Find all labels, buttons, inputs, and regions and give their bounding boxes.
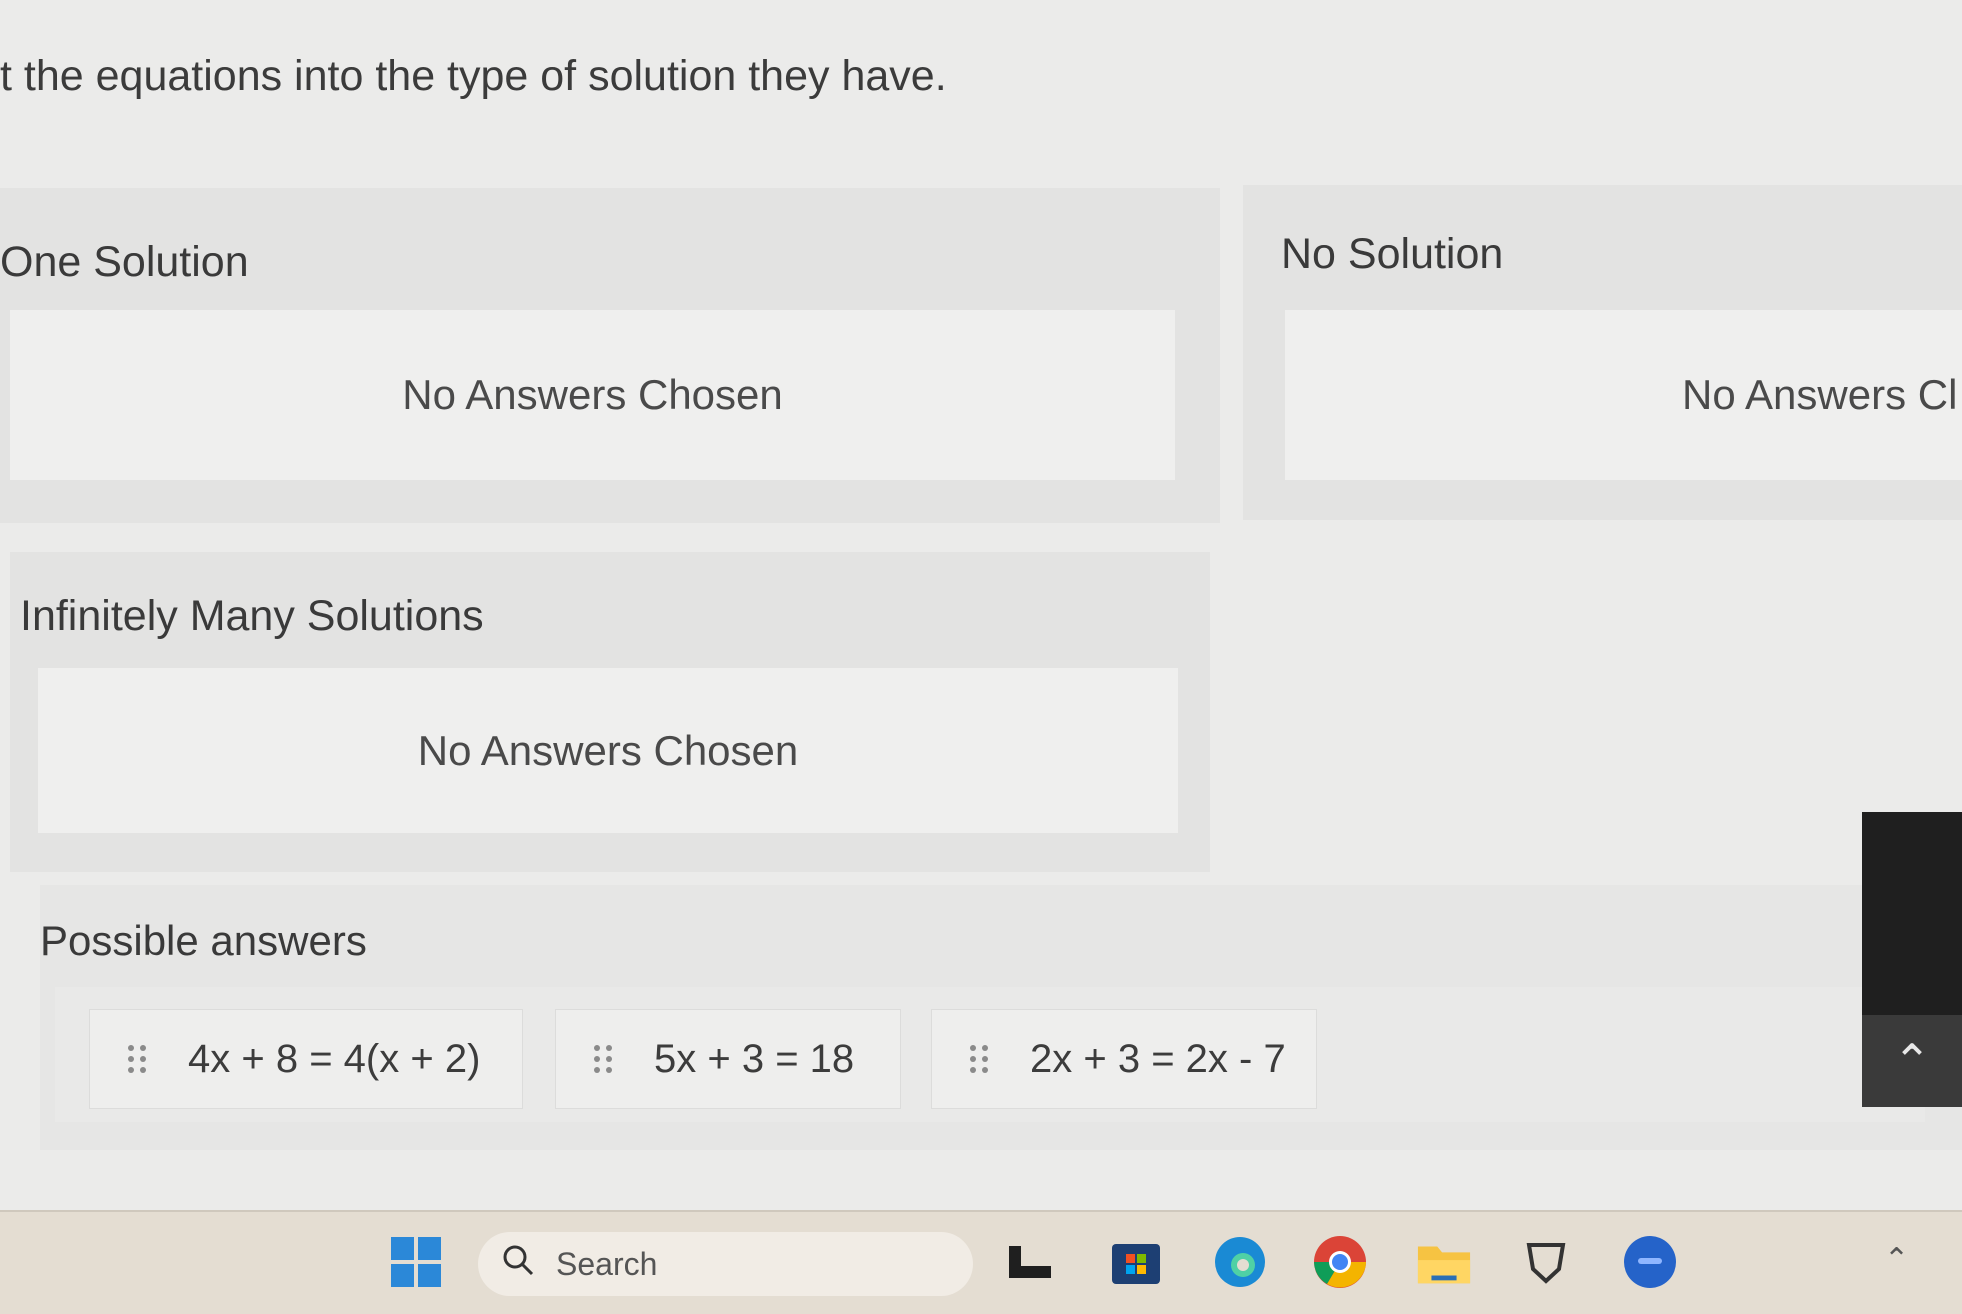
empty-placeholder: No Answers Chosen: [402, 371, 783, 418]
scroll-up-button[interactable]: ⌃: [1862, 1015, 1962, 1107]
app-icon[interactable]: [1622, 1234, 1678, 1290]
taskbar: Search ⌃: [0, 1210, 1962, 1314]
instruction-text: t the equations into the type of solutio…: [0, 52, 947, 100]
drag-handle-icon[interactable]: [594, 1045, 614, 1073]
vpn-shield-icon[interactable]: [1518, 1234, 1574, 1290]
dropzone-no-solution[interactable]: No Answers Cl: [1285, 310, 1962, 480]
possible-answers-panel: Possible answers 4x + 8 = 4(x + 2) 5x + …: [40, 885, 1962, 1150]
answer-chip[interactable]: 2x + 3 = 2x - 7: [931, 1009, 1317, 1109]
search-icon: [500, 1242, 536, 1286]
terminal-icon[interactable]: [1002, 1234, 1058, 1290]
search-placeholder: Search: [556, 1245, 658, 1282]
file-explorer-icon[interactable]: [1416, 1234, 1472, 1290]
answers-list: 4x + 8 = 4(x + 2) 5x + 3 = 18 2x + 3 = 2…: [55, 987, 1925, 1122]
chrome-icon[interactable]: [1312, 1234, 1368, 1290]
category-one-solution: One Solution No Answers Chosen: [0, 188, 1220, 523]
edge-icon[interactable]: [1212, 1234, 1268, 1290]
category-title: One Solution: [0, 238, 249, 286]
chevron-up-icon: ⌃: [1892, 1035, 1932, 1087]
empty-placeholder: No Answers Cl: [1682, 371, 1958, 418]
possible-answers-title: Possible answers: [40, 917, 367, 964]
answer-chip[interactable]: 5x + 3 = 18: [555, 1009, 901, 1109]
store-icon[interactable]: [1108, 1234, 1164, 1290]
category-title: No Solution: [1281, 230, 1504, 278]
drag-handle-icon[interactable]: [128, 1045, 148, 1073]
taskbar-search[interactable]: Search: [478, 1232, 973, 1296]
drag-handle-icon[interactable]: [970, 1045, 990, 1073]
tray-chevron-icon[interactable]: ⌃: [1884, 1242, 1909, 1277]
answer-text: 5x + 3 = 18: [654, 1036, 855, 1081]
dropzone-one-solution[interactable]: No Answers Chosen: [10, 310, 1175, 480]
answer-text: 2x + 3 = 2x - 7: [1030, 1036, 1286, 1081]
answer-chip[interactable]: 4x + 8 = 4(x + 2): [89, 1009, 523, 1109]
category-no-solution: No Solution No Answers Cl: [1243, 185, 1962, 520]
category-title: Infinitely Many Solutions: [20, 592, 484, 640]
dropzone-infinitely-many[interactable]: No Answers Chosen: [38, 668, 1178, 833]
windows-start-icon[interactable]: [388, 1234, 444, 1290]
empty-placeholder: No Answers Chosen: [417, 726, 799, 774]
answer-text: 4x + 8 = 4(x + 2): [188, 1036, 481, 1081]
category-infinitely-many: Infinitely Many Solutions No Answers Cho…: [10, 552, 1210, 872]
